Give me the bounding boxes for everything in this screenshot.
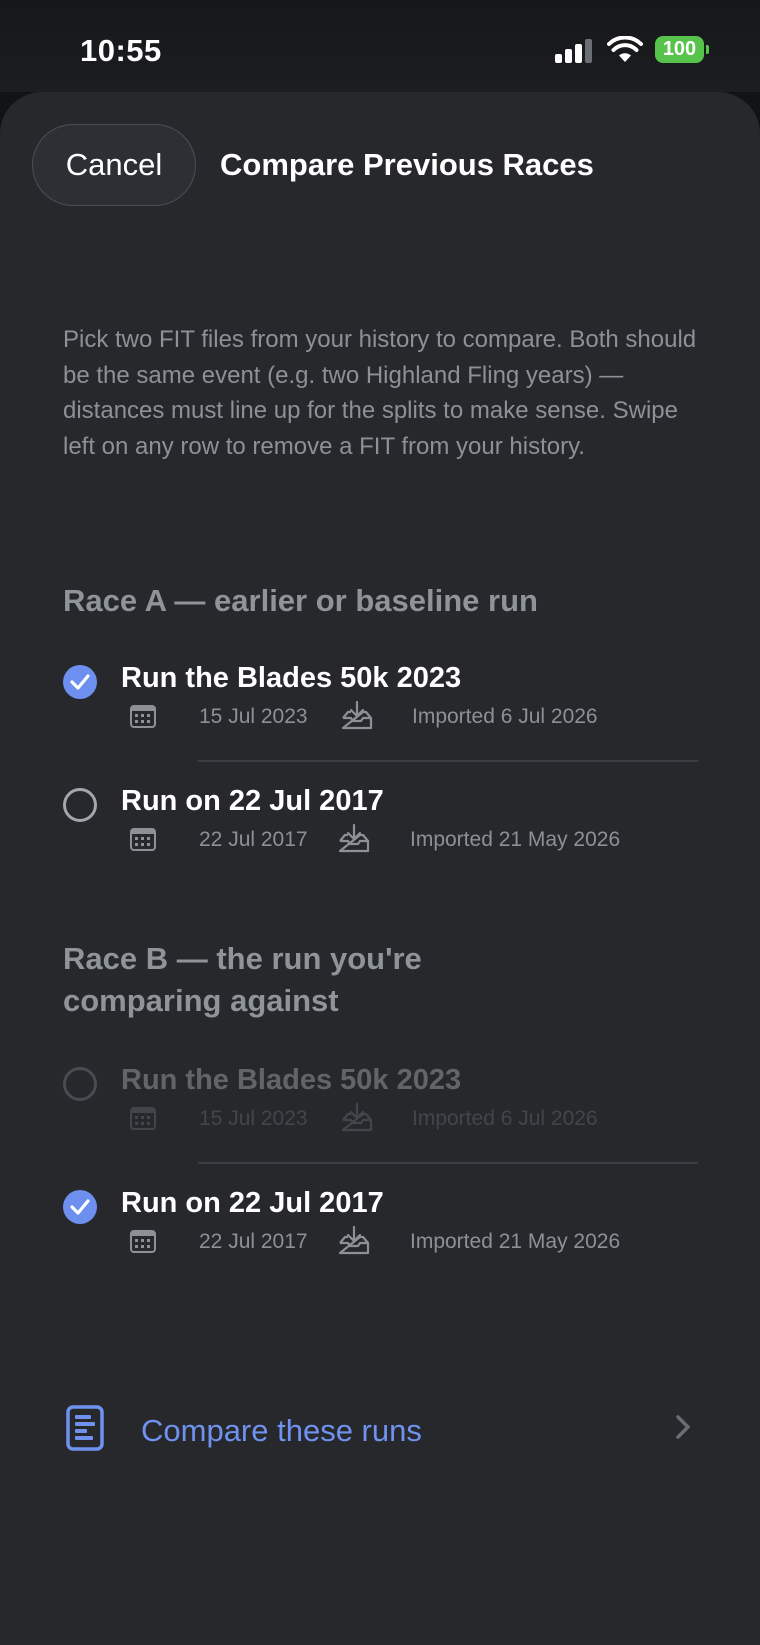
race-b-row[interactable]: Run on 22 Jul 2017 22 Jul 2017 Imported … [0, 1157, 760, 1267]
race-b-heading-line1: Race B — the run you're [63, 941, 422, 976]
import-tray-icon [338, 823, 370, 853]
import-date: Imported 21 May 2026 [410, 828, 621, 851]
battery-tip [706, 45, 709, 54]
race-a-row[interactable]: Run the Blades 50k 2023 15 Jul 2023 Impo… [0, 632, 760, 742]
radio-unchecked [63, 1067, 97, 1101]
signal-icon [555, 38, 595, 63]
status-bar: 10:55 100 [0, 0, 760, 92]
import-tray-icon [341, 1102, 373, 1132]
race-a-row[interactable]: Run on 22 Jul 2017 22 Jul 2017 Imported … [0, 755, 760, 865]
compare-sheet: Cancel Compare Previous Races Pick two F… [0, 92, 760, 1645]
compare-runs-button[interactable]: Compare these runs [0, 1385, 760, 1475]
compare-runs-label: Compare these runs [141, 1413, 422, 1448]
calendar-icon [130, 705, 156, 728]
battery-indicator: 100 [655, 36, 704, 63]
instructions-text: Pick two FIT files from your history to … [63, 326, 697, 460]
checkmark-icon [70, 674, 90, 690]
race-date: 22 Jul 2017 [199, 1230, 308, 1253]
radio-unchecked[interactable] [63, 788, 97, 822]
race-name: Run the Blades 50k 2023 [121, 662, 462, 694]
race-b-heading: Race B — the run you're comparing agains… [63, 938, 422, 1022]
race-name: Run on 22 Jul 2017 [121, 1187, 384, 1219]
race-a-heading: Race A — earlier or baseline run [63, 583, 538, 618]
cancel-button[interactable]: Cancel [32, 124, 196, 206]
import-date: Imported 6 Jul 2026 [412, 705, 598, 728]
calendar-icon [130, 1107, 156, 1130]
import-tray-icon [338, 1225, 370, 1255]
chevron-right-icon [676, 1415, 690, 1439]
wifi-icon [607, 36, 643, 62]
race-b-row-disabled: Run the Blades 50k 2023 15 Jul 2023 Impo… [0, 1034, 760, 1144]
race-b-heading-line2: comparing against [63, 983, 339, 1018]
radio-checked[interactable] [63, 665, 97, 699]
race-date: 15 Jul 2023 [199, 1107, 308, 1130]
race-name: Run the Blades 50k 2023 [121, 1064, 462, 1096]
calendar-icon [130, 1230, 156, 1253]
calendar-icon [130, 828, 156, 851]
sheet-title: Compare Previous Races [220, 147, 594, 182]
radio-checked[interactable] [63, 1190, 97, 1224]
race-date: 15 Jul 2023 [199, 705, 308, 728]
status-time: 10:55 [80, 33, 162, 68]
race-name: Run on 22 Jul 2017 [121, 785, 384, 817]
race-date: 22 Jul 2017 [199, 828, 308, 851]
import-date: Imported 6 Jul 2026 [412, 1107, 598, 1130]
import-tray-icon [341, 700, 373, 730]
document-chart-icon [66, 1405, 104, 1451]
checkmark-icon [70, 1199, 90, 1215]
import-date: Imported 21 May 2026 [410, 1230, 621, 1253]
